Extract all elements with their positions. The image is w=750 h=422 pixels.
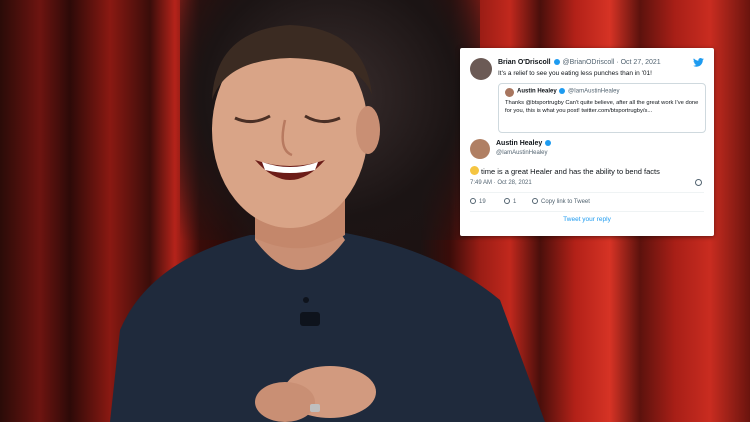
reply-count: 1 — [513, 199, 517, 205]
comment-icon — [504, 198, 510, 204]
verified-badge-icon — [545, 140, 552, 147]
quoted-author-line: Austin Healey @IamAustinHealey — [517, 88, 619, 95]
quoted-author-name: Austin Healey — [517, 88, 557, 95]
video-frame: Brian O'Driscoll @BrianODriscoll · Oct 2… — [0, 0, 750, 422]
reply-author-handle: @IamAustinHealey — [496, 150, 548, 156]
link-icon — [532, 198, 538, 204]
quoted-tweet-text: Thanks @btsportrugby Can't quite believe… — [505, 100, 699, 114]
verified-badge-icon — [553, 59, 560, 66]
heart-icon — [470, 198, 476, 204]
reply-text-line: time is a great Healer and has the abili… — [470, 166, 660, 176]
reply-header: Austin Healey @IamAustinHealey — [470, 137, 710, 163]
reply-text: time is a great Healer and has the abili… — [481, 167, 660, 176]
reply-action: 1 — [504, 198, 516, 205]
divider — [470, 211, 704, 212]
tweet-actions: 19 1 Copy link to Tweet — [470, 197, 704, 209]
quoted-author-avatar — [505, 88, 514, 97]
copy-link-label: Copy link to Tweet — [541, 199, 590, 205]
tweet-header: Brian O'Driscoll @BrianODriscoll · Oct 2… — [470, 56, 704, 82]
copy-link-action: Copy link to Tweet — [532, 198, 590, 205]
quoted-tweet: Austin Healey @IamAustinHealey Thanks @b… — [498, 83, 706, 133]
reply-author-name-line: Austin Healey — [496, 140, 552, 147]
reply-timestamp: 7:49 AM · Oct 28, 2021 — [470, 180, 532, 186]
tweet-text: It's a relief to see you eating less pun… — [498, 70, 652, 77]
like-count: 19 — [479, 199, 486, 205]
reply-author-avatar — [470, 139, 490, 159]
laughing-crying-emoji-icon — [470, 166, 479, 175]
like-action: 19 — [470, 198, 486, 205]
tweet-your-reply: Tweet your reply — [563, 216, 611, 223]
author-handle: @BrianODriscoll · Oct 27, 2021 — [562, 59, 661, 66]
tweet-screenshot-card: Brian O'Driscoll @BrianODriscoll · Oct 2… — [460, 48, 714, 236]
quoted-author-handle: @IamAustinHealey — [568, 88, 620, 95]
reply-author-name: Austin Healey — [496, 140, 543, 147]
author-avatar — [470, 58, 492, 80]
author-line: Brian O'Driscoll @BrianODriscoll · Oct 2… — [498, 59, 661, 66]
author-name: Brian O'Driscoll — [498, 59, 551, 66]
twitter-bird-icon — [693, 58, 704, 67]
divider — [470, 192, 704, 193]
info-icon — [695, 179, 702, 186]
verified-badge-icon — [559, 88, 566, 94]
